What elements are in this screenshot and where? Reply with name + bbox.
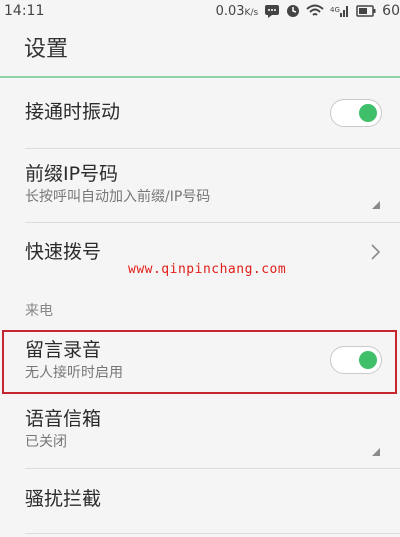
battery-icon bbox=[356, 5, 376, 17]
watermark-text: www.qinpinchang.com bbox=[128, 262, 287, 277]
setting-title: 前缀IP号码 bbox=[25, 163, 119, 185]
message-icon bbox=[264, 4, 280, 18]
voice-recording-toggle[interactable] bbox=[330, 346, 382, 374]
setting-ip-prefix[interactable]: 前缀IP号码 长按呼叫自动加入前缀/IP号码 bbox=[0, 162, 400, 206]
setting-title: 骚扰拦截 bbox=[25, 488, 102, 510]
status-bar: 14:11 0.03K/s 4G 60 bbox=[0, 0, 400, 22]
status-icons: 0.03K/s 4G 60 bbox=[216, 3, 400, 19]
vibrate-toggle[interactable] bbox=[330, 99, 382, 127]
svg-text:4G: 4G bbox=[330, 6, 340, 14]
toggle-knob bbox=[359, 351, 377, 369]
wifi-icon bbox=[306, 4, 324, 18]
dropdown-corner-icon[interactable] bbox=[372, 448, 380, 456]
status-time: 14:11 bbox=[4, 3, 45, 19]
setting-title: 语音信箱 bbox=[25, 408, 102, 430]
network-speed: 0.03K/s bbox=[215, 3, 259, 19]
divider bbox=[25, 222, 400, 223]
setting-voicemail[interactable]: 语音信箱 已关闭 bbox=[0, 407, 400, 451]
dropdown-corner-icon[interactable] bbox=[372, 201, 380, 209]
divider bbox=[25, 148, 400, 149]
divider bbox=[25, 533, 400, 534]
battery-level: 60 bbox=[382, 3, 400, 19]
title-underline bbox=[0, 76, 400, 78]
setting-harassment-block[interactable]: 骚扰拦截 bbox=[0, 487, 400, 511]
signal-icon: 4G bbox=[330, 4, 350, 18]
setting-subtitle: 长按呼叫自动加入前缀/IP号码 bbox=[25, 189, 211, 205]
setting-subtitle: 已关闭 bbox=[25, 434, 67, 450]
section-header-incoming: 来电 bbox=[25, 303, 53, 319]
chevron-right-icon[interactable] bbox=[370, 243, 382, 261]
setting-speed-dial[interactable]: 快速拨号 bbox=[0, 240, 400, 264]
setting-title: 快速拨号 bbox=[25, 241, 102, 263]
toggle-knob bbox=[359, 104, 377, 122]
page-title: 设置 bbox=[24, 37, 69, 62]
divider bbox=[25, 468, 400, 469]
alarm-clock-icon bbox=[286, 4, 300, 18]
